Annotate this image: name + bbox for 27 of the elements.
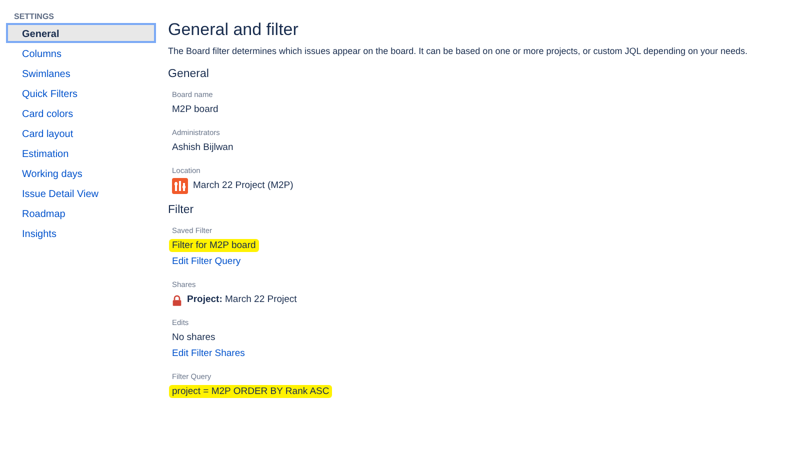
project-link[interactable]: March 22 Project (M2P) <box>193 178 294 194</box>
share-value: Project: March 22 Project <box>187 293 297 307</box>
sidebar-item[interactable]: Estimation <box>6 143 156 163</box>
sidebar-item[interactable]: Issue Detail View <box>6 183 156 203</box>
project-avatar-icon <box>172 178 188 194</box>
page-description: The Board filter determines which issues appear on the board. It can be based on one or more projects, or custom JQL depending on your needs. <box>168 46 749 56</box>
field-value: No shares <box>172 332 216 343</box>
section-heading: Filter <box>168 204 195 216</box>
field-value: Ashish Bijlwan <box>172 142 234 153</box>
sidebar-item[interactable]: Swimlanes <box>6 63 156 83</box>
lock-icon <box>172 294 182 306</box>
section-heading: General <box>168 68 210 80</box>
sidebar-item[interactable]: Columns <box>6 43 156 63</box>
sidebar-item[interactable]: Card layout <box>6 123 156 143</box>
sidebar-item[interactable]: General <box>6 23 156 43</box>
field-value: project = M2P ORDER BY Rank ASC <box>169 385 332 398</box>
sidebar-item[interactable]: Card colors <box>6 103 156 123</box>
sidebar-item[interactable]: Working days <box>6 163 156 183</box>
edit-link[interactable]: Edit Filter Query <box>172 256 241 267</box>
page-title: General and filter <box>168 20 300 40</box>
field-value: Filter for M2P board <box>169 239 259 252</box>
sidebar-item[interactable]: Roadmap <box>6 203 156 223</box>
sidebar-item[interactable]: Insights <box>6 223 156 243</box>
edit-link[interactable]: Edit Filter Shares <box>172 348 245 359</box>
sidebar-item[interactable]: Quick Filters <box>6 83 156 103</box>
sidebar-heading: SETTINGS <box>13 12 56 23</box>
field-value: M2P board <box>172 104 218 115</box>
